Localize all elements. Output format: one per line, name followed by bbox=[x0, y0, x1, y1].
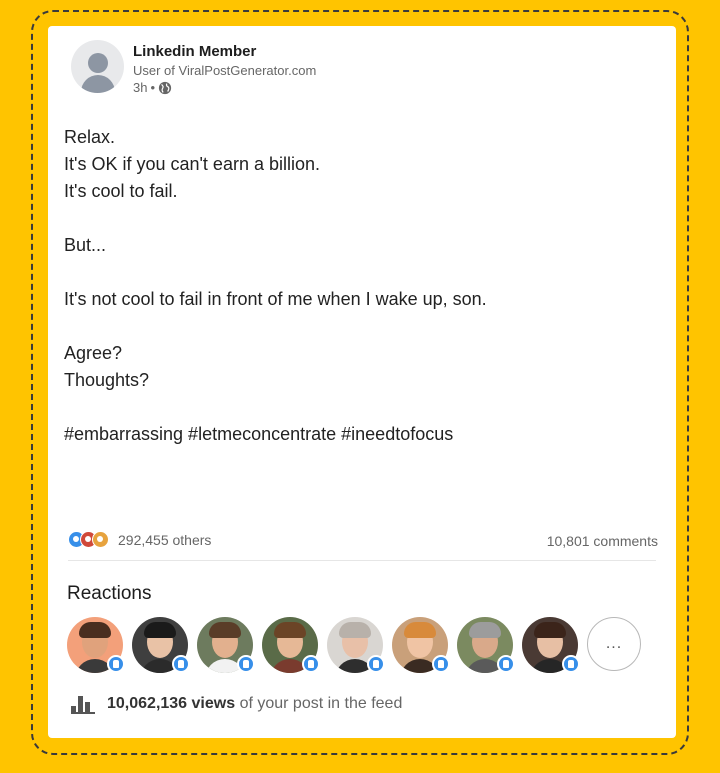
comments-count[interactable]: 10,801 comments bbox=[547, 533, 658, 549]
author-name[interactable]: Linkedin Member bbox=[133, 43, 256, 60]
more-reactions-button[interactable]: ... bbox=[587, 617, 641, 671]
views-count[interactable]: 10,062,136 views bbox=[107, 695, 235, 712]
post-time: 3h bbox=[133, 80, 148, 95]
like-badge-icon bbox=[237, 655, 255, 673]
reactor-list: ... bbox=[67, 617, 657, 675]
post-text: Relax. It's OK if you can't earn a billi… bbox=[64, 124, 654, 448]
post-line: Relax. bbox=[64, 127, 116, 147]
support-reaction-icon bbox=[92, 531, 109, 548]
post-line: It's cool to fail. bbox=[64, 181, 178, 201]
like-badge-icon bbox=[562, 655, 580, 673]
bar-chart-icon bbox=[71, 694, 95, 714]
views-suffix: of your post in the feed bbox=[239, 695, 403, 712]
post-line: It's OK if you can't earn a billion. bbox=[64, 154, 320, 174]
reactions-heading: Reactions bbox=[67, 583, 152, 604]
social-counts: 292,455 others 10,801 comments bbox=[68, 529, 658, 551]
like-badge-icon bbox=[107, 655, 125, 673]
post-line: Thoughts? bbox=[64, 370, 150, 390]
reactions-count[interactable]: 292,455 others bbox=[118, 532, 211, 548]
author-subtitle: User of ViralPostGenerator.com bbox=[133, 63, 317, 78]
author-avatar[interactable] bbox=[71, 40, 124, 93]
like-badge-icon bbox=[172, 655, 190, 673]
post-line: But... bbox=[64, 235, 107, 255]
meta-separator: • bbox=[150, 80, 156, 95]
avatar-head bbox=[88, 53, 108, 73]
like-badge-icon bbox=[497, 655, 515, 673]
post-header: Linkedin Member User of ViralPostGenerat… bbox=[71, 40, 631, 100]
post-hashtags[interactable]: #embarrassing #letmeconcentrate #ineedto… bbox=[64, 421, 654, 448]
globe-icon bbox=[158, 81, 172, 94]
post-line: Agree? bbox=[64, 343, 123, 363]
like-badge-icon bbox=[367, 655, 385, 673]
like-badge-icon bbox=[302, 655, 320, 673]
post-card: Linkedin Member User of ViralPostGenerat… bbox=[48, 26, 676, 738]
like-badge-icon bbox=[432, 655, 450, 673]
reaction-icons[interactable] bbox=[68, 531, 114, 549]
avatar-shoulders bbox=[81, 75, 115, 93]
views-summary: 10,062,136 views of your post in the fee… bbox=[71, 694, 402, 714]
post-meta: 3h • bbox=[133, 80, 172, 95]
divider bbox=[68, 560, 656, 561]
post-line: It's not cool to fail in front of me whe… bbox=[64, 289, 487, 309]
